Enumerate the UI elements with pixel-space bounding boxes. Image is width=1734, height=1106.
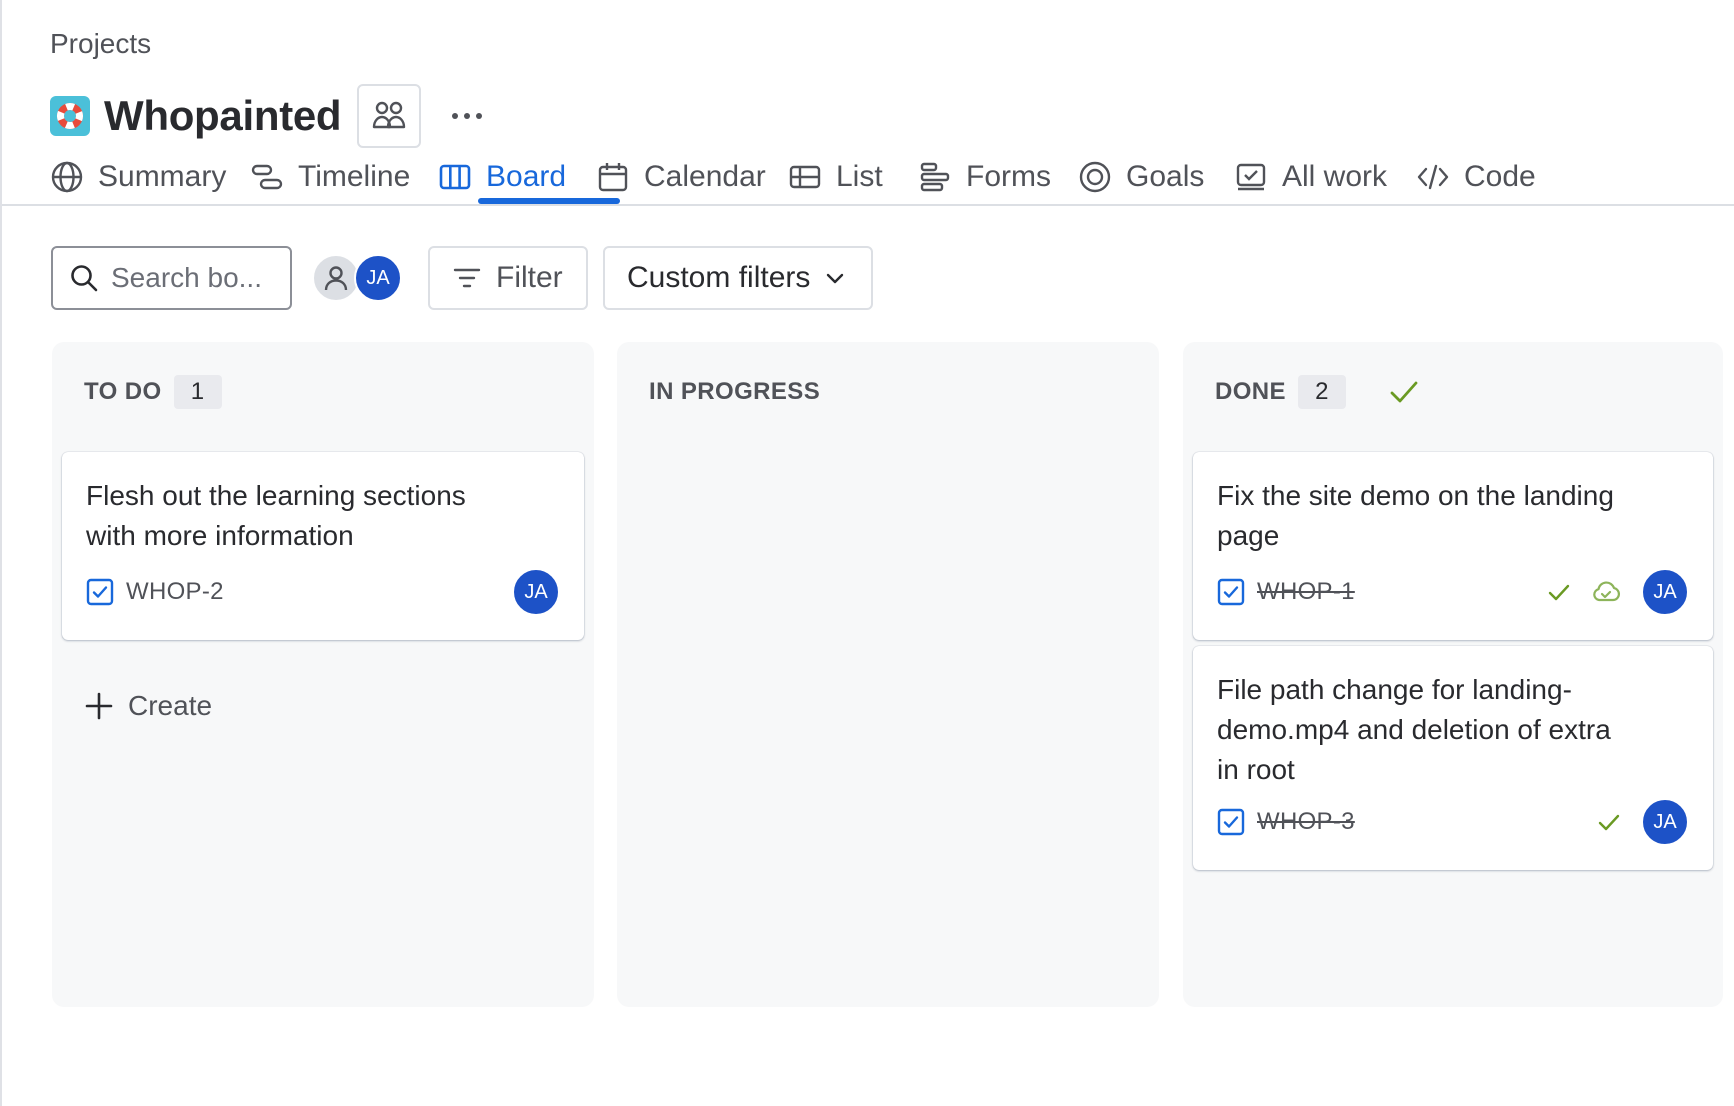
list-icon (789, 165, 821, 189)
task-checkbox-icon (86, 578, 114, 606)
done-check-icon (1548, 584, 1570, 601)
breadcrumb[interactable]: Projects (50, 28, 151, 60)
tab-forms-label: Forms (966, 160, 1051, 193)
calendar-icon (598, 163, 628, 192)
tab-timeline[interactable]: Timeline (250, 148, 410, 206)
column-header-done[interactable]: DONE 2 (1215, 374, 1420, 410)
chevron-down-icon (827, 273, 844, 284)
column-header-in-progress[interactable]: IN PROGRESS (649, 374, 820, 410)
assignee-avatar[interactable]: JA (1641, 568, 1689, 616)
project-tabs: Summary Timeline Board Calendar List For… (2, 148, 1734, 206)
column-title: TO DO (84, 378, 162, 405)
globe-icon (51, 161, 83, 193)
timeline-icon (251, 164, 283, 190)
issue-card-footer: WHOP-3 JA (1217, 798, 1689, 846)
search-icon (71, 265, 98, 292)
tab-code[interactable]: Code (1416, 148, 1536, 206)
done-check-icon (1598, 814, 1620, 831)
issue-key[interactable]: WHOP-3 (1257, 808, 1355, 836)
project-people-button[interactable] (357, 84, 422, 148)
tab-summary-label: Summary (98, 160, 227, 193)
person-icon (324, 266, 348, 291)
create-issue-button[interactable]: Create (84, 682, 212, 730)
tab-calendar[interactable]: Calendar (596, 148, 766, 206)
column-in-progress: IN PROGRESS (617, 342, 1159, 1007)
issue-card-footer: WHOP-2 JA (86, 568, 560, 616)
filter-button[interactable]: Filter (428, 246, 588, 310)
tab-all-work-label: All work (1282, 160, 1388, 193)
forms-icon (920, 162, 950, 192)
unassigned-avatar[interactable] (312, 254, 360, 302)
issue-status-icons: JA (1597, 798, 1689, 846)
create-issue-label: Create (128, 690, 213, 721)
tab-code-label: Code (1464, 160, 1536, 193)
tab-goals-label: Goals (1126, 160, 1205, 193)
lifebuoy-icon[interactable] (50, 96, 90, 136)
task-checkbox-icon (1217, 808, 1245, 836)
tab-summary[interactable]: Summary (50, 148, 226, 206)
filter-icon (453, 268, 481, 288)
assignee-avatar[interactable]: JA (1641, 798, 1689, 846)
issue-card[interactable]: Flesh out the learning sections with mor… (62, 452, 584, 640)
task-checkbox-icon (1217, 578, 1245, 606)
all-work-icon (1236, 163, 1266, 191)
project-title: Whopainted (104, 92, 342, 139)
issue-card-footer: WHOP-1 JA (1217, 568, 1689, 616)
tab-board-label: Board (486, 160, 567, 193)
tab-list[interactable]: List (788, 148, 883, 206)
code-icon (1417, 164, 1449, 190)
tab-calendar-label: Calendar (644, 160, 766, 193)
issue-summary: File path change for landing-demo.mp4 an… (1217, 674, 1611, 785)
tab-forms[interactable]: Forms (918, 148, 1051, 206)
active-tab-indicator (478, 198, 620, 204)
search-board-field[interactable] (51, 246, 292, 310)
issue-summary: Fix the site demo on the landing page (1217, 480, 1614, 551)
tab-goals[interactable]: Goals (1078, 148, 1204, 206)
tab-timeline-label: Timeline (298, 160, 411, 193)
tab-all-work[interactable]: All work (1234, 148, 1387, 206)
more-horizontal-icon (452, 113, 483, 119)
assignee-avatar-ja[interactable]: JA (354, 254, 402, 302)
more-actions-button[interactable] (443, 92, 491, 140)
search-input[interactable] (111, 262, 271, 294)
board-page: Projects Whopainted Summary Timeline Boa… (0, 0, 1734, 1106)
plus-icon (85, 692, 113, 720)
tab-list-label: List (836, 160, 883, 193)
issue-count-badge: 2 (1297, 375, 1346, 409)
issue-card[interactable]: Fix the site demo on the landing page WH… (1193, 452, 1713, 640)
custom-filters-button[interactable]: Custom filters (603, 246, 873, 310)
custom-filters-label: Custom filters (627, 261, 811, 294)
issue-summary: Flesh out the learning sections with mor… (86, 480, 466, 551)
goals-icon (1079, 161, 1111, 193)
issue-key[interactable]: WHOP-1 (1257, 578, 1355, 606)
column-done: DONE 2 Fix the site demo on the landing … (1183, 342, 1723, 1007)
filter-button-label: Filter (496, 261, 563, 294)
column-todo: TO DO 1 Flesh out the learning sections … (52, 342, 594, 1007)
issue-count-badge: 1 (173, 375, 222, 409)
column-title: IN PROGRESS (649, 378, 821, 405)
assignee-filter-group: JA (312, 254, 412, 302)
cloud-check-icon[interactable] (1591, 580, 1621, 604)
column-done-check-icon (1390, 381, 1418, 403)
project-header: Whopainted (50, 72, 491, 160)
issue-status-icons: JA (1547, 568, 1689, 616)
column-header-todo[interactable]: TO DO 1 (84, 374, 222, 410)
issue-key[interactable]: WHOP-2 (126, 578, 224, 606)
assignee-avatar[interactable]: JA (512, 568, 560, 616)
board-icon (439, 164, 471, 190)
column-title: DONE (1215, 378, 1286, 405)
issue-card[interactable]: File path change for landing-demo.mp4 an… (1193, 646, 1713, 870)
people-icon (373, 101, 406, 129)
